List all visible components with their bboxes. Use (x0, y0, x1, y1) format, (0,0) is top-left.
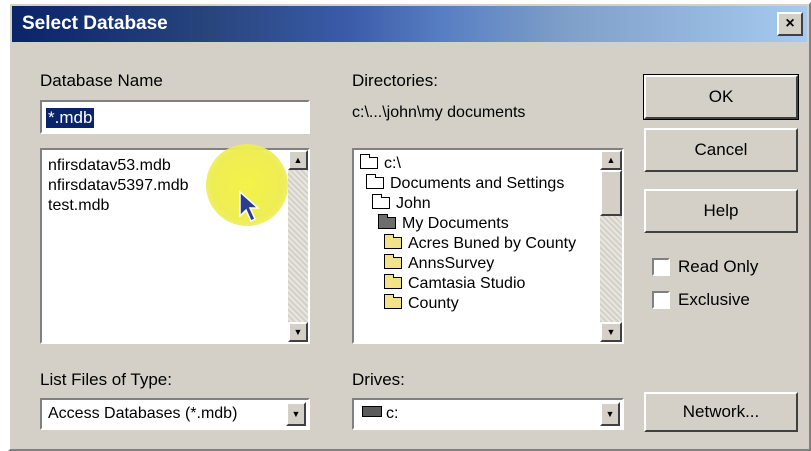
database-name-value: *.mdb (46, 108, 95, 128)
scroll-up-icon[interactable]: ▲ (600, 150, 622, 170)
open-folder-icon (372, 194, 390, 209)
network-button[interactable]: Network... (644, 392, 798, 432)
file-list-item[interactable]: nfirsdatav5397.mdb (48, 176, 189, 196)
folder-icon (384, 294, 402, 309)
exclusive-checkbox[interactable] (652, 291, 670, 309)
drives-dropdown[interactable]: c: ▼ (352, 398, 624, 430)
read-only-checkbox[interactable] (652, 258, 670, 276)
current-directory-path: c:\...\john\my documents (352, 104, 526, 121)
file-list-item[interactable]: test.mdb (48, 196, 189, 216)
close-button[interactable]: × (777, 12, 803, 36)
ok-button[interactable]: OK (644, 75, 798, 119)
directory-item[interactable]: c:\ (360, 154, 401, 174)
database-name-label: Database Name (40, 71, 163, 90)
directory-tree[interactable]: c:\ Documents and Settings John My Docum… (352, 148, 624, 344)
file-type-dropdown[interactable]: Access Databases (*.mdb) ▼ (40, 398, 310, 430)
folder-icon (384, 234, 402, 249)
file-list-scrollbar[interactable]: ▲ ▼ (288, 150, 308, 342)
scroll-thumb[interactable] (600, 170, 622, 216)
directory-item[interactable]: Acres Buned by County (384, 234, 576, 254)
title-bar[interactable]: Select Database × (12, 6, 807, 42)
file-list-item[interactable]: nfirsdatav53.mdb (48, 156, 189, 176)
hard-drive-icon (362, 406, 382, 417)
help-button[interactable]: Help (644, 189, 798, 233)
directory-item[interactable]: Documents and Settings (366, 174, 564, 194)
drives-value: c: (362, 405, 398, 423)
directory-item[interactable]: AnnsSurvey (384, 254, 494, 274)
mouse-pointer-icon (239, 190, 260, 223)
dialog-title: Select Database (22, 13, 168, 34)
scroll-down-icon[interactable]: ▼ (600, 322, 622, 342)
database-name-input[interactable]: *.mdb (40, 100, 310, 134)
directory-item[interactable]: County (384, 294, 459, 314)
file-type-value: Access Databases (*.mdb) (48, 405, 238, 422)
scroll-up-icon[interactable]: ▲ (288, 150, 308, 170)
scroll-down-icon[interactable]: ▼ (288, 322, 308, 342)
cancel-button[interactable]: Cancel (644, 128, 798, 172)
open-folder-icon (378, 214, 396, 229)
open-folder-icon (366, 174, 384, 189)
directory-item[interactable]: John (372, 194, 431, 214)
chevron-down-icon[interactable]: ▼ (286, 402, 306, 426)
open-folder-icon (360, 154, 378, 169)
directory-item[interactable]: Camtasia Studio (384, 274, 525, 294)
ok-button-focus-frame: OK (643, 74, 799, 120)
chevron-down-icon[interactable]: ▼ (600, 402, 620, 426)
read-only-label[interactable]: Read Only (678, 257, 758, 277)
select-database-dialog: Select Database × Database Name *.mdb nf… (8, 2, 811, 451)
directories-label: Directories: (352, 71, 438, 90)
drives-label: Drives: (352, 370, 405, 389)
directory-item[interactable]: My Documents (378, 214, 509, 234)
directory-scrollbar[interactable]: ▲ ▼ (600, 150, 622, 342)
exclusive-label[interactable]: Exclusive (678, 290, 750, 310)
file-type-label: List Files of Type: (40, 370, 172, 389)
folder-icon (384, 274, 402, 289)
folder-icon (384, 254, 402, 269)
